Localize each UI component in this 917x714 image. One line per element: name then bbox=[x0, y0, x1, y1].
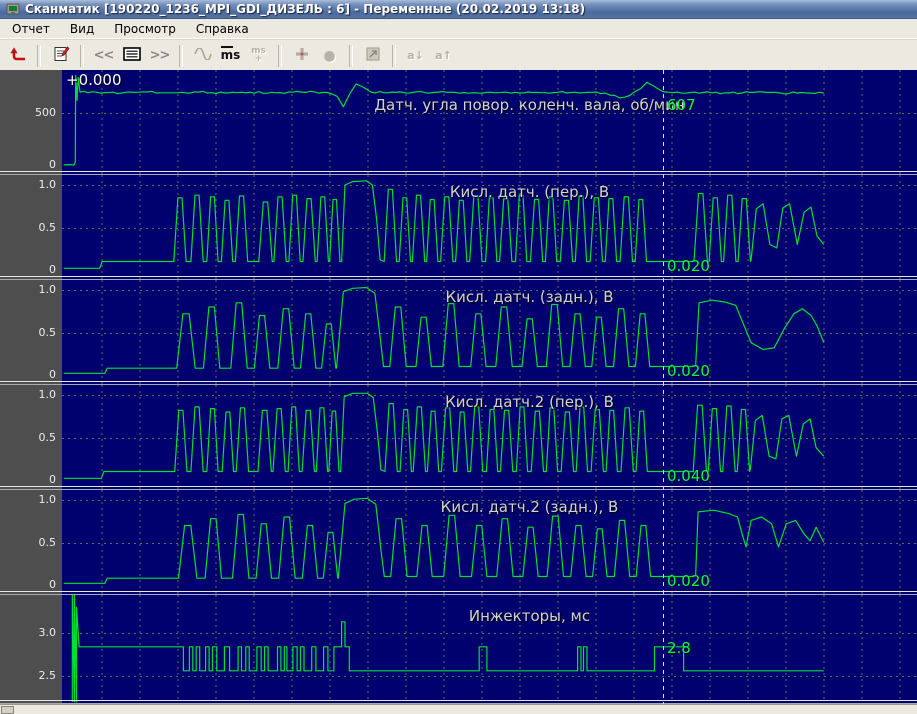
channel-row-o2-front-2 bbox=[0, 385, 917, 490]
channel-plot-o2-rear-2[interactable] bbox=[62, 490, 917, 595]
toolbar-separator bbox=[392, 44, 396, 67]
toolbar-aup-button: a↑ bbox=[430, 44, 457, 68]
toolbar-marker-button bbox=[288, 44, 315, 68]
prev-chevrons-icon: << bbox=[93, 48, 115, 63]
toolbar-separator bbox=[349, 44, 353, 67]
trace-o2-rear bbox=[63, 286, 825, 374]
a-down-icon: a↓ bbox=[407, 49, 424, 62]
channel-plot-rpm[interactable] bbox=[62, 70, 917, 175]
time-cursor[interactable] bbox=[663, 70, 664, 704]
toolbar-separator bbox=[37, 44, 41, 67]
channel-row-rpm bbox=[0, 70, 917, 175]
y-axis-tick: 0 bbox=[49, 263, 56, 276]
y-axis-tick: 0 bbox=[49, 578, 56, 591]
chart-area: 500 0 1.0 0.5 0 1.0 0.5 0 1.0 0.5 0 1.0 0.5 0 3.0 2.5 Да… bbox=[0, 70, 917, 704]
toolbar-separator bbox=[80, 44, 84, 67]
toolbar-wave-button bbox=[189, 44, 216, 68]
menu-item-browse[interactable]: Просмотр bbox=[104, 20, 186, 38]
toolbar: << >> ms ms + ● a↓ a↑ bbox=[0, 39, 917, 72]
report-notepad-icon bbox=[52, 45, 70, 67]
y-axis-tick: 0 bbox=[49, 473, 56, 486]
toolbar-exit-button[interactable] bbox=[4, 44, 31, 68]
trace-o2-rear-2 bbox=[63, 497, 825, 584]
menu-item-help[interactable]: Справка bbox=[186, 20, 259, 38]
y-axis-tick: 0.5 bbox=[38, 430, 57, 444]
channel-row-o2-rear-2 bbox=[0, 490, 917, 595]
y-axis-tick: 1.0 bbox=[38, 178, 57, 191]
channel-plot-o2-front-2[interactable] bbox=[62, 385, 917, 490]
sine-wave-icon bbox=[193, 46, 212, 64]
toolbar-ms-button[interactable]: ms bbox=[217, 44, 244, 68]
channel-row-o2-front bbox=[0, 175, 917, 280]
menu-item-report[interactable]: Отчет bbox=[2, 20, 60, 38]
toolbar-msplus-button: ms + bbox=[245, 44, 272, 68]
toolbar-record-button: ● bbox=[316, 44, 343, 68]
menu-bar: Отчет Вид Просмотр Справка bbox=[0, 19, 917, 39]
channel-plot-o2-front[interactable] bbox=[62, 175, 917, 280]
next-chevrons-icon: >> bbox=[149, 48, 171, 63]
toolbar-separator bbox=[179, 44, 183, 67]
channel-plot-o2-rear[interactable] bbox=[62, 280, 917, 385]
window-title: Сканматик [190220_1236_MPI_GDI_ДИЗЕЛЬ : … bbox=[25, 2, 586, 16]
title-bar: Сканматик [190220_1236_MPI_GDI_ДИЗЕЛЬ : … bbox=[0, 0, 917, 19]
trace-injectors bbox=[71, 595, 824, 703]
y-axis-tick: 1.0 bbox=[38, 493, 57, 506]
autoscale-icon bbox=[365, 46, 381, 66]
y-axis-tick: 3.0 bbox=[38, 626, 57, 639]
toolbar-adown-button: a↓ bbox=[402, 44, 429, 68]
marker-cross-icon bbox=[294, 46, 310, 66]
toolbar-next-button[interactable]: >> bbox=[146, 44, 173, 68]
channel-row-injectors bbox=[0, 595, 917, 704]
record-circle-icon: ● bbox=[323, 47, 336, 64]
toolbar-scale-button bbox=[359, 44, 386, 68]
a-up-icon: a↑ bbox=[435, 49, 452, 62]
scanmatic-window: Сканматик [190220_1236_MPI_GDI_ДИЗЕЛЬ : … bbox=[0, 0, 917, 714]
y-axis-tick: 1.0 bbox=[38, 283, 57, 296]
toolbar-prev-button[interactable]: << bbox=[90, 44, 117, 68]
y-axis-tick: 0.5 bbox=[38, 325, 57, 339]
trace-o2-front-2 bbox=[63, 392, 825, 479]
y-axis-tick: 0 bbox=[49, 158, 56, 171]
channel-row-o2-rear bbox=[0, 280, 917, 385]
list-view-icon bbox=[122, 46, 141, 65]
channel-plot-injectors[interactable] bbox=[62, 595, 917, 704]
app-icon bbox=[6, 3, 20, 15]
exit-arrow-icon bbox=[8, 45, 27, 67]
y-axis-tick: 500 bbox=[35, 106, 56, 119]
menu-item-view[interactable]: Вид bbox=[60, 20, 104, 38]
time-offset-label: +0.000 bbox=[66, 71, 122, 89]
toolbar-list-button[interactable] bbox=[118, 44, 145, 68]
y-axis-tick: 1.0 bbox=[38, 388, 57, 401]
toolbar-report-button[interactable] bbox=[47, 44, 74, 68]
ms-scale-icon: ms bbox=[220, 46, 241, 62]
y-axis-tick: 0.5 bbox=[38, 535, 57, 549]
scrollbar-stub[interactable] bbox=[1, 706, 14, 714]
y-axis-tick: 0.5 bbox=[38, 220, 57, 234]
y-axis-tick: 2.5 bbox=[38, 669, 57, 682]
toolbar-separator bbox=[278, 44, 282, 67]
ms-plus-icon: ms + bbox=[251, 45, 266, 64]
y-axis-tick: 0 bbox=[49, 368, 56, 381]
